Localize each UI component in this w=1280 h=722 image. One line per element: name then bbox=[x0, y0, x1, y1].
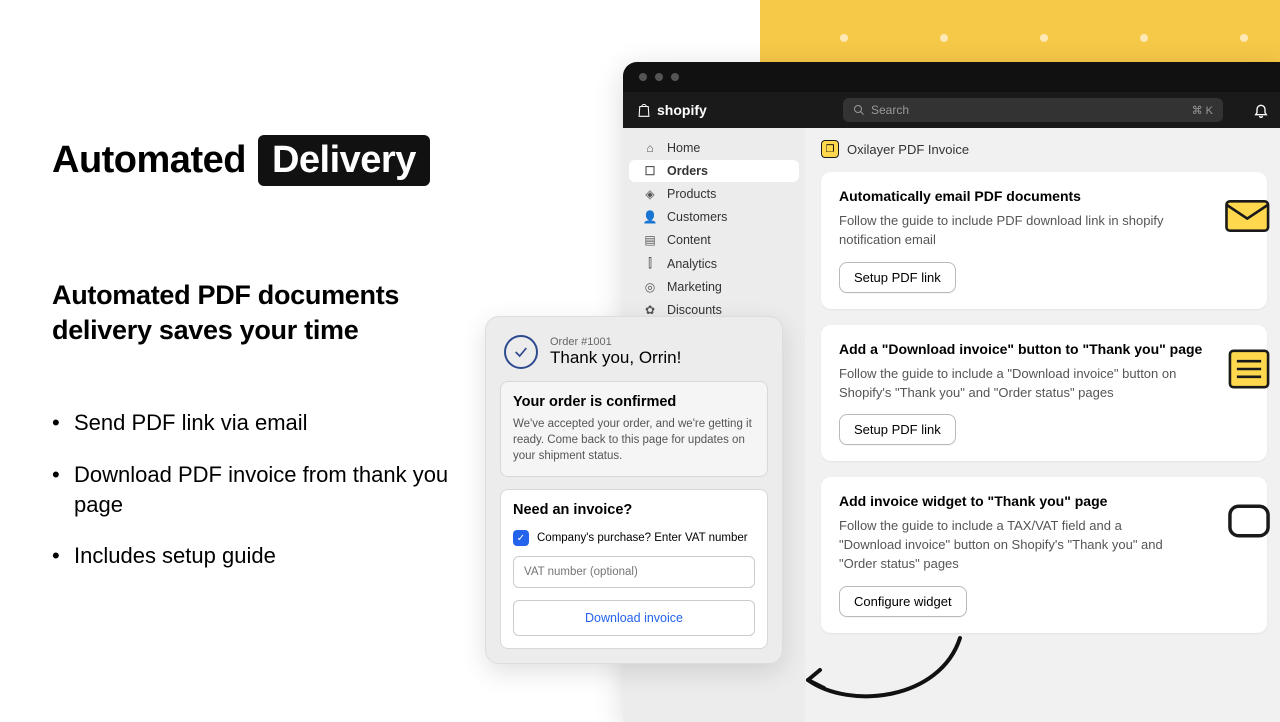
card-title: Automatically email PDF documents bbox=[839, 188, 1249, 204]
search-placeholder: Search bbox=[871, 103, 909, 117]
check-circle-icon bbox=[504, 335, 538, 369]
bullet-item: Includes setup guide bbox=[52, 541, 462, 571]
page-title: Oxilayer PDF Invoice bbox=[847, 142, 969, 157]
products-icon: ◈ bbox=[643, 187, 657, 201]
sidebar-item-label: Products bbox=[667, 187, 716, 201]
traffic-light-icon bbox=[671, 73, 679, 81]
analytics-icon: ⫿ bbox=[643, 256, 657, 271]
setup-pdf-link-button[interactable]: Setup PDF link bbox=[839, 262, 956, 293]
invoice-title: Need an invoice? bbox=[513, 502, 755, 518]
order-confirmed-box: Your order is confirmed We've accepted y… bbox=[500, 381, 768, 477]
card-email-pdf: Automatically email PDF documents Follow… bbox=[821, 172, 1267, 309]
sidebar-item-content[interactable]: ▤ Content bbox=[629, 229, 799, 251]
sidebar-item-marketing[interactable]: ◎ Marketing bbox=[629, 276, 799, 298]
sidebar-item-label: Home bbox=[667, 141, 700, 155]
headline-word1: Automated bbox=[52, 139, 246, 182]
vat-checkbox-label: Company's purchase? Enter VAT number bbox=[537, 532, 748, 544]
traffic-light-icon bbox=[655, 73, 663, 81]
search-shortcut: ⌘ K bbox=[1192, 104, 1213, 117]
order-thanks: Thank you, Orrin! bbox=[550, 348, 681, 368]
arrow-icon bbox=[790, 630, 970, 720]
shopify-logo[interactable]: shopify bbox=[637, 102, 707, 118]
search-input[interactable]: Search ⌘ K bbox=[843, 98, 1223, 122]
envelope-icon bbox=[1223, 190, 1275, 242]
headline-word2: Delivery bbox=[258, 135, 430, 186]
sidebar-item-products[interactable]: ◈ Products bbox=[629, 183, 799, 205]
bullet-item: Send PDF link via email bbox=[52, 408, 462, 438]
document-lines-icon bbox=[1223, 343, 1275, 395]
order-confirmed-title: Your order is confirmed bbox=[513, 394, 755, 410]
sidebar-item-label: Analytics bbox=[667, 257, 717, 271]
search-icon bbox=[853, 104, 865, 116]
marketing-icon: ◎ bbox=[643, 280, 657, 294]
vat-input[interactable] bbox=[513, 556, 755, 588]
card-body: Follow the guide to include PDF download… bbox=[839, 212, 1179, 250]
download-invoice-button[interactable]: Download invoice bbox=[513, 600, 755, 636]
setup-pdf-link-button[interactable]: Setup PDF link bbox=[839, 414, 956, 445]
sidebar-item-label: Marketing bbox=[667, 280, 722, 294]
card-title: Add invoice widget to "Thank you" page bbox=[839, 493, 1249, 509]
sidebar-item-customers[interactable]: 👤 Customers bbox=[629, 206, 799, 228]
card-download-button: Add a "Download invoice" button to "Than… bbox=[821, 325, 1267, 462]
home-icon: ⌂ bbox=[643, 141, 657, 155]
order-confirmed-body: We've accepted your order, and we're get… bbox=[513, 416, 755, 464]
card-title: Add a "Download invoice" button to "Than… bbox=[839, 341, 1249, 357]
sidebar-item-label: Content bbox=[667, 233, 711, 247]
content-icon: ▤ bbox=[643, 233, 657, 247]
traffic-light-icon bbox=[639, 73, 647, 81]
sidebar-item-analytics[interactable]: ⫿ Analytics bbox=[629, 252, 799, 275]
sidebar-item-home[interactable]: ⌂ Home bbox=[629, 137, 799, 159]
discounts-icon: ✿ bbox=[643, 303, 657, 317]
sidebar-item-label: Customers bbox=[667, 210, 727, 224]
invoice-widget: Need an invoice? ✓ Company's purchase? E… bbox=[500, 489, 768, 649]
brand-label: shopify bbox=[657, 102, 707, 118]
sidebar-item-orders[interactable]: ☐ Orders bbox=[629, 160, 799, 182]
order-number: Order #1001 bbox=[550, 336, 681, 348]
browser-tabbar bbox=[623, 62, 1280, 92]
subheadline: Automated PDF documents delivery saves y… bbox=[52, 278, 462, 348]
sidebar-item-label: Orders bbox=[667, 164, 708, 178]
configure-widget-button[interactable]: Configure widget bbox=[839, 586, 967, 617]
bullet-list: Send PDF link via email Download PDF inv… bbox=[52, 408, 462, 571]
vat-checkbox[interactable]: ✓ bbox=[513, 530, 529, 546]
card-body: Follow the guide to include a "Download … bbox=[839, 365, 1179, 403]
customers-icon: 👤 bbox=[643, 210, 657, 224]
card-invoice-widget: Add invoice widget to "Thank you" page F… bbox=[821, 477, 1267, 633]
bullet-item: Download PDF invoice from thank you page bbox=[52, 460, 462, 519]
headline: Automated Delivery bbox=[52, 135, 462, 186]
bell-icon[interactable] bbox=[1253, 102, 1269, 118]
app-icon: ❐ bbox=[821, 140, 839, 158]
widget-icon bbox=[1223, 495, 1275, 547]
order-status-card: Order #1001 Thank you, Orrin! Your order… bbox=[485, 316, 783, 664]
card-body: Follow the guide to include a TAX/VAT fi… bbox=[839, 517, 1179, 574]
app-header: shopify Search ⌘ K bbox=[623, 92, 1280, 128]
orders-icon: ☐ bbox=[643, 164, 657, 178]
shopify-bag-icon bbox=[637, 102, 651, 118]
sidebar-item-label: Discounts bbox=[667, 303, 722, 317]
